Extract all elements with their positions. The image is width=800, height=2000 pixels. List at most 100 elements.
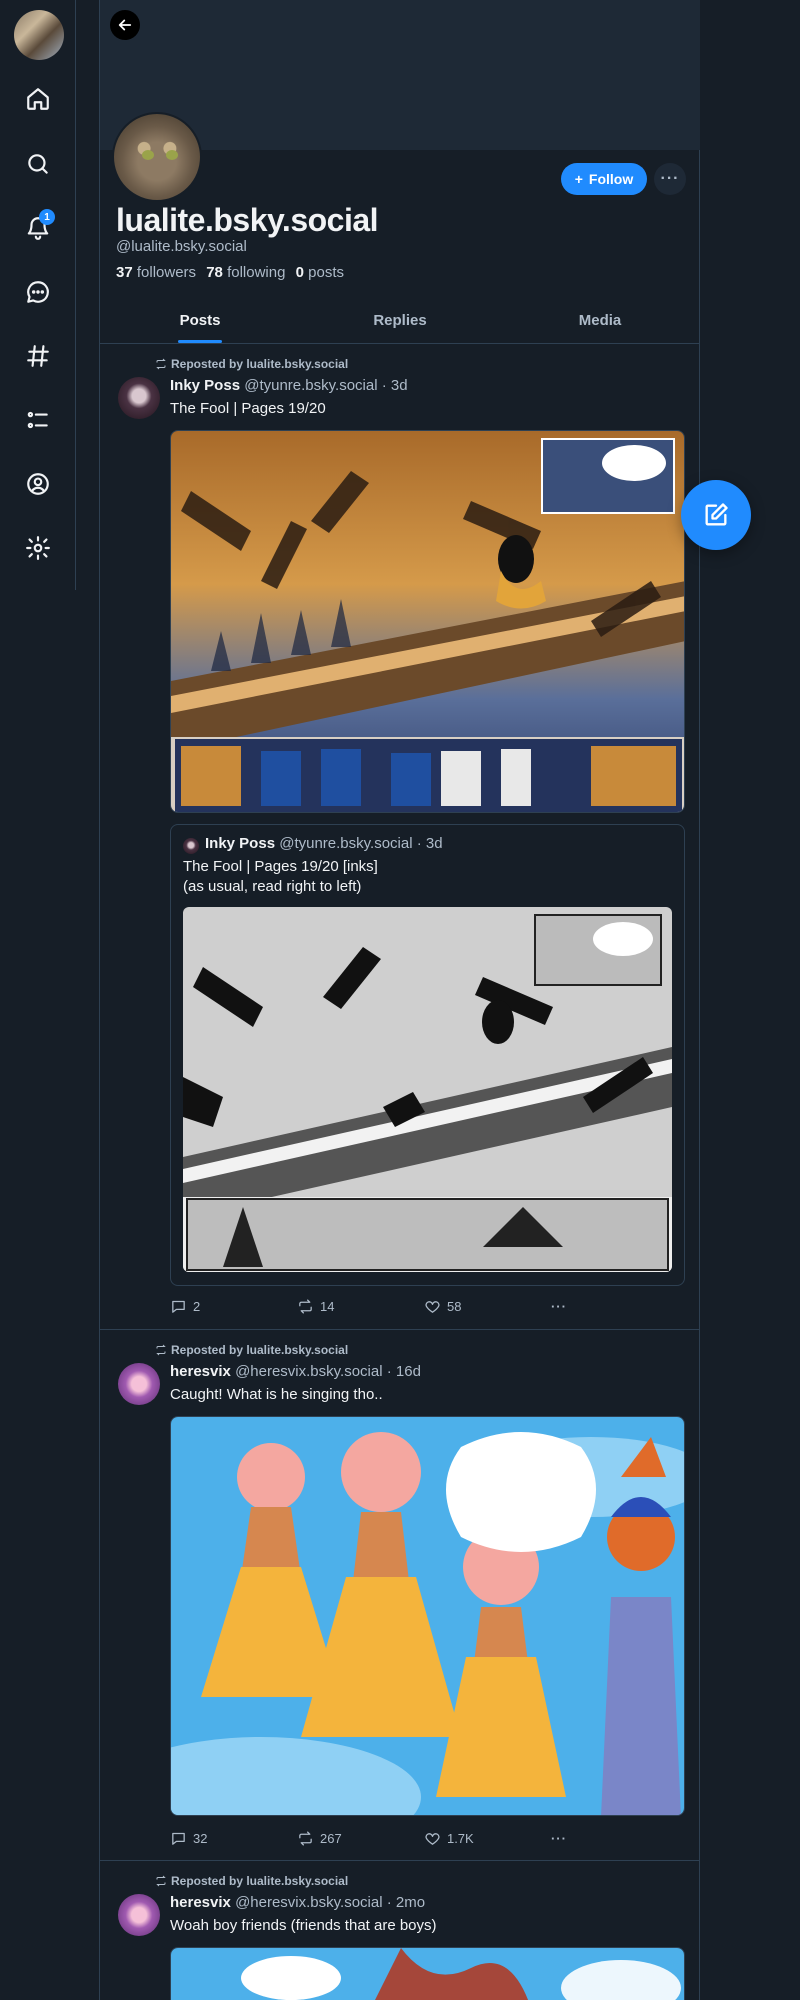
post-more-options-icon[interactable]: ··· (551, 1828, 590, 1848)
reply-icon (172, 1832, 185, 1845)
reply-icon (172, 1300, 185, 1313)
quoted-post-header: Inky Poss @tyunre.bsky.social · 3d (205, 835, 443, 852)
plus-icon: + (574, 171, 583, 187)
quoted-text-line: (as usual, read right to left) (183, 878, 362, 895)
account-avatar[interactable] (14, 10, 64, 60)
tab-label: Replies (373, 312, 427, 329)
post-image[interactable] (170, 430, 685, 813)
quoted-post-text: The Fool | Pages 19/20 [inks] (as usual,… (183, 857, 378, 897)
repost-indicator: Reposted by lualite.bsky.social (155, 1874, 348, 1888)
profile-avatar[interactable] (112, 112, 202, 202)
post-actions: 2 14 58 ··· (170, 1296, 590, 1316)
search-icon[interactable] (18, 144, 58, 184)
heart-icon (425, 1300, 440, 1313)
post-text: Woah boy friends (friends that are boys) (170, 1917, 437, 1934)
reply-count: 32 (193, 1830, 208, 1846)
post-actions: 32 267 1.7K ··· (170, 1828, 590, 1848)
post-handle-time[interactable]: @heresvix.bsky.social · 2mo (235, 1894, 425, 1911)
post-header: heresvix @heresvix.bsky.social · 2mo (170, 1894, 425, 1911)
following-count: 78 (206, 264, 223, 281)
quoted-author-avatar (183, 838, 199, 854)
followers-count: 37 (116, 264, 133, 281)
left-navigation: 1 (0, 0, 76, 590)
like-count: 1.7K (446, 1830, 474, 1846)
follow-button[interactable]: + Follow (561, 163, 647, 195)
avatar-cat-eye (142, 150, 154, 160)
followers-label: followers (136, 264, 197, 281)
quoted-post[interactable]: Inky Poss @tyunre.bsky.social · 3d The F… (170, 824, 685, 1286)
profile-handle: @lualite.bsky.social (116, 238, 247, 255)
chat-icon[interactable] (18, 272, 58, 312)
post-author-avatar[interactable] (118, 1894, 160, 1936)
post-author-name[interactable]: heresvix (170, 1894, 231, 1911)
repost-label: Reposted by lualite.bsky.social (171, 1874, 349, 1888)
back-button[interactable] (110, 10, 140, 40)
posts-stat: 0 posts (296, 264, 344, 281)
active-tab-indicator (178, 340, 222, 343)
post-handle-time[interactable]: @tyunre.bsky.social · 3d (244, 377, 407, 394)
arrow-left-icon (118, 19, 132, 31)
profile-icon[interactable] (18, 464, 58, 504)
post-header: Inky Poss @tyunre.bsky.social · 3d (170, 377, 408, 394)
quoted-handle-time: @tyunre.bsky.social · 3d (279, 835, 443, 852)
post-image[interactable] (170, 1947, 685, 2000)
post-author-avatar[interactable] (118, 1363, 160, 1405)
feed-post[interactable]: Reposted by lualite.bsky.social Inky Pos… (100, 345, 700, 1330)
repost-indicator: Reposted by lualite.bsky.social (155, 357, 348, 371)
profile-stats: 37 followers 78 following 0 posts (116, 264, 344, 281)
followers-link[interactable]: 37 followers (116, 264, 196, 281)
notifications-bell-icon[interactable]: 1 (18, 208, 58, 248)
heart-icon (425, 1832, 440, 1845)
repost-label: Reposted by lualite.bsky.social (171, 1343, 349, 1357)
post-handle-time[interactable]: @heresvix.bsky.social · 16d (235, 1363, 421, 1380)
quoted-post-image[interactable] (183, 907, 672, 1272)
tab-label: Posts (179, 312, 221, 329)
tab-media[interactable]: Media (500, 302, 700, 343)
hashtag-feeds-icon[interactable] (18, 336, 58, 376)
quoted-author-name: Inky Poss (205, 835, 276, 852)
feed-post[interactable]: Reposted by lualite.bsky.social heresvix… (100, 1331, 700, 1861)
post-author-avatar[interactable] (118, 377, 160, 419)
post-author-name[interactable]: heresvix (170, 1363, 231, 1380)
post-more-options-icon[interactable]: ··· (551, 1296, 590, 1316)
post-header: heresvix @heresvix.bsky.social · 16d (170, 1363, 421, 1380)
lists-icon[interactable] (18, 400, 58, 440)
reply-button[interactable]: 2 (170, 1296, 297, 1316)
avatar-cat-eye (166, 150, 178, 160)
repost-count: 14 (319, 1298, 335, 1314)
reply-button[interactable]: 32 (170, 1828, 297, 1848)
repost-icon (299, 1298, 312, 1314)
repost-icon (156, 358, 166, 370)
following-link[interactable]: 78 following (206, 264, 285, 281)
repost-icon (156, 1875, 166, 1887)
compose-post-button[interactable] (681, 480, 751, 550)
repost-button[interactable]: 267 (297, 1828, 424, 1848)
profile-more-options-button[interactable]: ··· (654, 163, 686, 195)
quoted-text-line: The Fool | Pages 19/20 [inks] (183, 858, 378, 875)
compose-pencil-icon (705, 503, 728, 526)
repost-indicator: Reposted by lualite.bsky.social (155, 1343, 348, 1357)
following-label: following (227, 264, 286, 281)
notification-badge: 1 (39, 209, 55, 225)
posts-count: 0 (295, 264, 304, 281)
repost-icon (156, 1344, 166, 1356)
repost-icon (299, 1830, 312, 1846)
repost-button[interactable]: 14 (297, 1296, 424, 1316)
reply-count: 2 (193, 1298, 201, 1314)
like-count: 58 (446, 1298, 462, 1314)
post-author-name[interactable]: Inky Poss (170, 377, 240, 394)
settings-gear-icon[interactable] (18, 528, 58, 568)
feed-post[interactable]: Reposted by lualite.bsky.social heresvix… (100, 1862, 700, 2000)
posts-label: posts (308, 264, 344, 281)
post-text: The Fool | Pages 19/20 (170, 400, 326, 417)
like-button[interactable]: 58 (424, 1296, 551, 1316)
tab-replies[interactable]: Replies (300, 302, 500, 343)
tab-posts[interactable]: Posts (100, 302, 300, 343)
like-button[interactable]: 1.7K (424, 1828, 551, 1848)
tab-label: Media (578, 312, 622, 329)
home-icon[interactable] (18, 79, 58, 119)
repost-label: Reposted by lualite.bsky.social (171, 357, 349, 371)
profile-display-name: lualite.bsky.social (116, 202, 379, 238)
post-image[interactable] (170, 1416, 685, 1816)
profile-main-column: + Follow ··· lualite.bsky.social @lualit… (99, 0, 700, 2000)
